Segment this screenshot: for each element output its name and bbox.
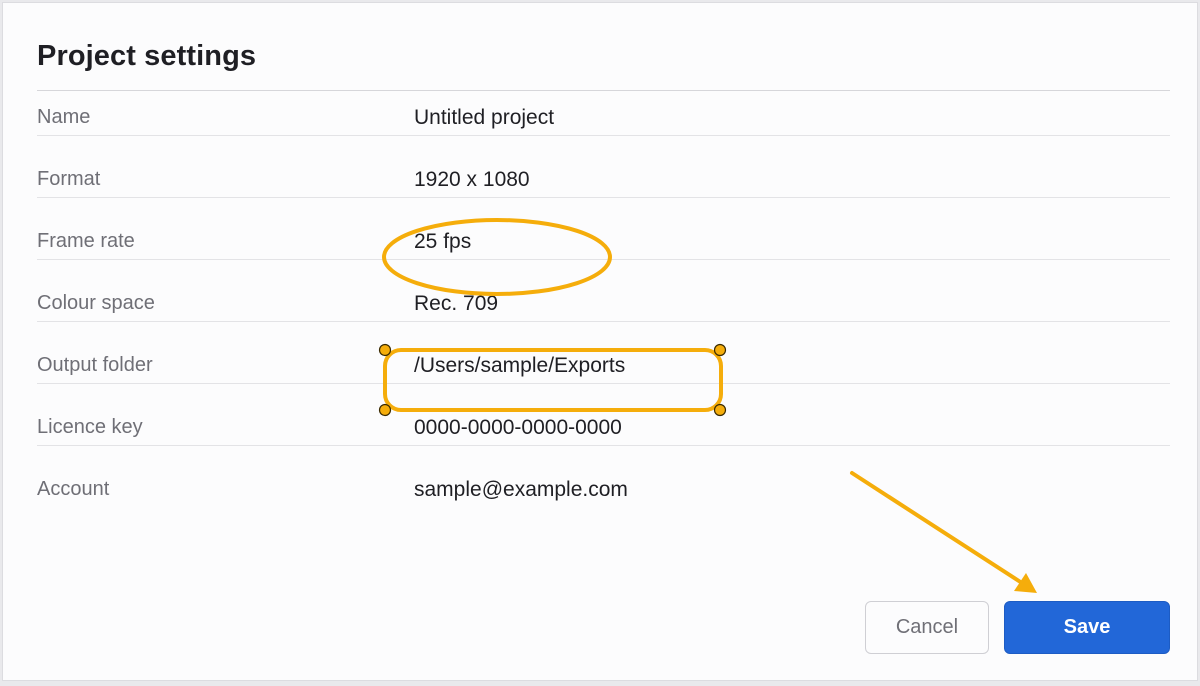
field-label-output-folder: Output folder	[37, 354, 153, 376]
field-row-name: Name Untitled project	[37, 74, 1170, 136]
field-row-colour-space: Colour space Rec. 709	[37, 260, 1170, 322]
cancel-button[interactable]: Cancel	[865, 601, 989, 654]
field-value-account[interactable]: sample@example.com	[414, 446, 628, 508]
field-label-frame-rate: Frame rate	[37, 230, 135, 252]
field-value-output-folder[interactable]: /Users/sample/Exports	[414, 322, 625, 384]
field-label-licence-key: Licence key	[37, 416, 143, 438]
field-value-name[interactable]: Untitled project	[414, 74, 554, 136]
field-value-colour-space[interactable]: Rec. 709	[414, 260, 498, 322]
save-button[interactable]: Save	[1004, 601, 1170, 654]
field-label-name: Name	[37, 106, 91, 128]
field-label-account: Account	[37, 478, 110, 500]
field-value-licence-key[interactable]: 0000-0000-0000-0000	[414, 384, 622, 446]
field-row-account: Account sample@example.com	[37, 446, 1170, 508]
field-value-frame-rate[interactable]: 25 fps	[414, 198, 471, 260]
field-row-output-folder: Output folder /Users/sample/Exports	[37, 322, 1170, 384]
field-row-format: Format 1920 x 1080	[37, 136, 1170, 198]
field-row-licence-key: Licence key 0000-0000-0000-0000	[37, 384, 1170, 446]
field-value-format[interactable]: 1920 x 1080	[414, 136, 530, 198]
field-label-colour-space: Colour space	[37, 292, 155, 314]
dialog-title: Project settings	[37, 40, 257, 72]
field-row-frame-rate: Frame rate 25 fps	[37, 198, 1170, 260]
field-label-format: Format	[37, 168, 101, 190]
project-settings-dialog: Project settings Name Untitled project F…	[2, 2, 1198, 681]
